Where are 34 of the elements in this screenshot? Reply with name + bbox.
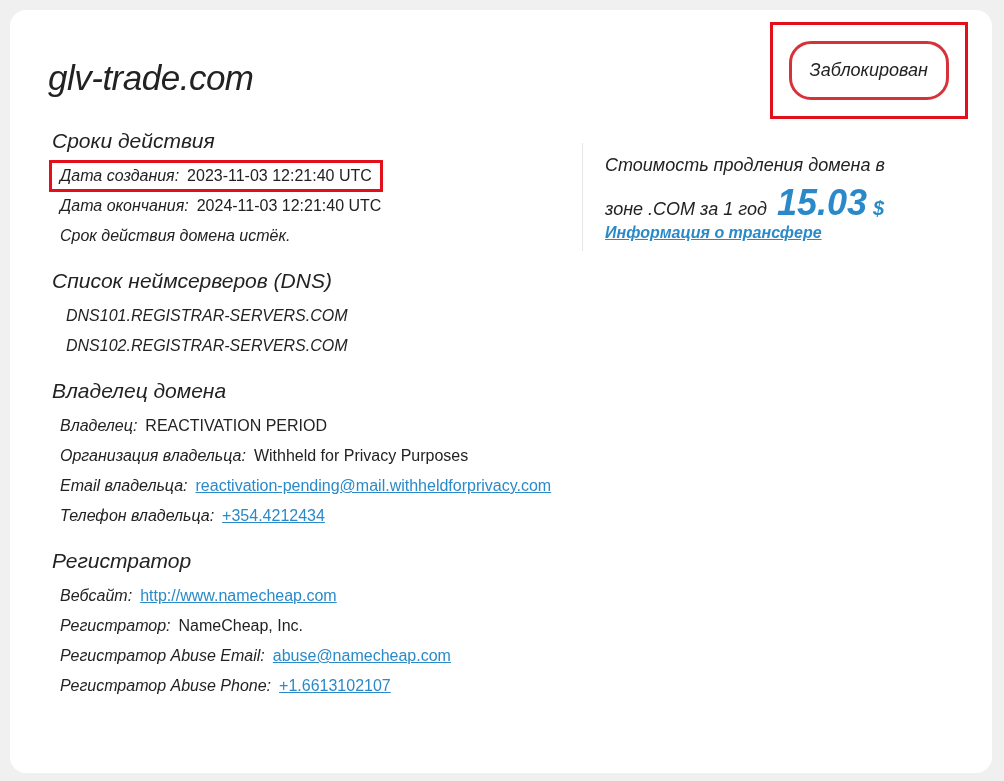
renewal-text: зоне .COM за 1 год [605,199,767,220]
field-value: NameCheap, Inc. [178,617,304,635]
field-label: Дата окончания: [60,197,189,215]
field-label: Регистратор: [60,617,171,635]
field-label: Регистратор Abuse Phone: [60,677,272,695]
field-label: Организация владельца: [60,447,246,465]
transfer-link[interactable]: Информация о трансфере [605,224,822,241]
field-value: 2024-11-03 12:21:40 UTC [196,197,382,215]
field-link[interactable]: reactivation-pending@mail.withheldforprivacy.com [195,477,552,495]
price: 15.03 [776,182,867,224]
field-link[interactable]: +354.4212434 [222,507,325,525]
nameserver: DNS101.REGISTRAR-SERVERS.COM [66,307,348,325]
field-value: REACTIVATION PERIOD [145,417,327,435]
field-label: Дата создания: [60,167,180,185]
currency: $ [873,197,885,220]
field-label: Email владельца: [60,477,188,495]
field-link[interactable]: http://www.namecheap.com [140,587,337,605]
domain-name: glv-trade.com [48,58,254,98]
field-value: 2023-11-03 12:21:40 UTC [187,167,372,185]
field-label: Регистратор Abuse Email: [60,647,265,665]
section-heading: Владелец домена [52,379,228,403]
section-heading: Список неймсерверов (DNS) [52,269,333,293]
section-heading: Сроки действия [52,129,216,153]
section-heading: Регистратор [52,549,193,573]
field-link[interactable]: abuse@namecheap.com [272,647,451,665]
field-link[interactable]: +1.6613102107 [279,677,391,695]
status-badge: Заблокирован [788,41,949,100]
field-label: Телефон владельца: [60,507,215,525]
status-note: Срок действия домена истёк. [60,227,291,245]
field-value: Withheld for Privacy Purposes [253,447,469,465]
renewal-text: Стоимость продления домена в [605,155,885,176]
field-label: Владелец: [60,417,138,435]
field-label: Вебсайт: [60,587,133,605]
nameserver: DNS102.REGISTRAR-SERVERS.COM [66,337,348,355]
